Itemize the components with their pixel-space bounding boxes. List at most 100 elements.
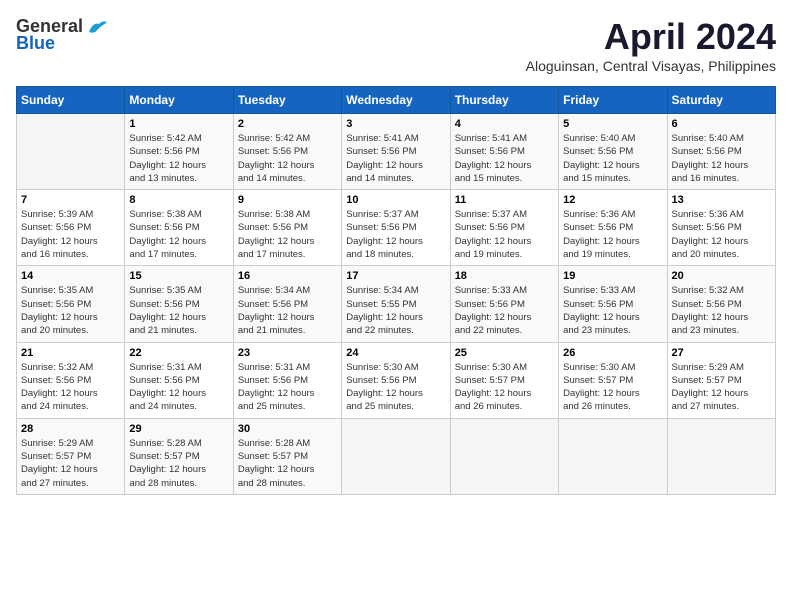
calendar-cell: 7Sunrise: 5:39 AM Sunset: 5:56 PM Daylig… xyxy=(17,190,125,266)
day-info: Sunrise: 5:28 AM Sunset: 5:57 PM Dayligh… xyxy=(238,437,337,490)
day-number: 22 xyxy=(129,347,228,359)
calendar-cell: 3Sunrise: 5:41 AM Sunset: 5:56 PM Daylig… xyxy=(342,114,450,190)
day-number: 19 xyxy=(563,270,662,282)
weekday-header-friday: Friday xyxy=(559,87,667,114)
calendar-cell: 6 Sunrise: 5:40 AM Sunset: 5:56 PM Daylig… xyxy=(667,114,775,190)
calendar-cell: 13 Sunrise: 5:36 AM Sunset: 5:56 PM Dayli… xyxy=(667,190,775,266)
day-info: Sunrise: 5:32 AM Sunset: 5:56 PM Dayligh… xyxy=(672,284,771,337)
day-info: Sunrise: 5:36 AM Sunset: 5:56 PM Dayligh… xyxy=(563,208,662,261)
day-number: 23 xyxy=(238,347,337,359)
day-info: Sunrise: 5:28 AM Sunset: 5:57 PM Dayligh… xyxy=(129,437,228,490)
day-number: 24 xyxy=(346,347,445,359)
day-number: 26 xyxy=(563,347,662,359)
day-number: 30 xyxy=(238,423,337,435)
weekday-header-monday: Monday xyxy=(125,87,233,114)
day-number: 2 xyxy=(238,118,337,130)
calendar-cell: 26 Sunrise: 5:30 AM Sunset: 5:57 PM Dayli… xyxy=(559,342,667,418)
weekday-header-sunday: Sunday xyxy=(17,87,125,114)
day-number: 14 xyxy=(21,270,120,282)
calendar-week-5: 28 Sunrise: 5:29 AM Sunset: 5:57 PM Dayli… xyxy=(17,418,776,494)
day-info: Sunrise: 5:37 AM Sunset: 5:56 PM Dayligh… xyxy=(455,208,554,261)
calendar-cell: 1 Sunrise: 5:42 AM Sunset: 5:56 PM Daylig… xyxy=(125,114,233,190)
calendar-cell: 14 Sunrise: 5:35 AM Sunset: 5:56 PM Dayli… xyxy=(17,266,125,342)
day-info: Sunrise: 5:42 AM Sunset: 5:56 PM Dayligh… xyxy=(238,132,337,185)
page-header: General Blue April 2024 Aloguinsan, Cent… xyxy=(16,16,776,74)
calendar-cell: 8 Sunrise: 5:38 AM Sunset: 5:56 PM Daylig… xyxy=(125,190,233,266)
calendar-cell: 2 Sunrise: 5:42 AM Sunset: 5:56 PM Daylig… xyxy=(233,114,341,190)
calendar-cell: 15Sunrise: 5:35 AM Sunset: 5:56 PM Dayli… xyxy=(125,266,233,342)
day-number: 16 xyxy=(238,270,337,282)
day-info: Sunrise: 5:33 AM Sunset: 5:56 PM Dayligh… xyxy=(455,284,554,337)
day-number: 5 xyxy=(563,118,662,130)
day-number: 11 xyxy=(455,194,554,206)
day-number: 3 xyxy=(346,118,445,130)
calendar-cell: 11 Sunrise: 5:37 AM Sunset: 5:56 PM Dayli… xyxy=(450,190,558,266)
calendar-cell: 16 Sunrise: 5:34 AM Sunset: 5:56 PM Dayli… xyxy=(233,266,341,342)
day-number: 12 xyxy=(563,194,662,206)
calendar-week-3: 14 Sunrise: 5:35 AM Sunset: 5:56 PM Dayli… xyxy=(17,266,776,342)
day-number: 8 xyxy=(129,194,228,206)
day-number: 4 xyxy=(455,118,554,130)
calendar-week-1: 1 Sunrise: 5:42 AM Sunset: 5:56 PM Daylig… xyxy=(17,114,776,190)
location-subtitle: Aloguinsan, Central Visayas, Philippines xyxy=(526,58,776,74)
day-info: Sunrise: 5:32 AM Sunset: 5:56 PM Dayligh… xyxy=(21,361,120,414)
day-info: Sunrise: 5:31 AM Sunset: 5:56 PM Dayligh… xyxy=(238,361,337,414)
calendar-cell: 12 Sunrise: 5:36 AM Sunset: 5:56 PM Dayli… xyxy=(559,190,667,266)
calendar-cell: 29 Sunrise: 5:28 AM Sunset: 5:57 PM Dayli… xyxy=(125,418,233,494)
calendar-week-4: 21Sunrise: 5:32 AM Sunset: 5:56 PM Dayli… xyxy=(17,342,776,418)
calendar-cell: 5Sunrise: 5:40 AM Sunset: 5:56 PM Daylig… xyxy=(559,114,667,190)
calendar-cell: 25 Sunrise: 5:30 AM Sunset: 5:57 PM Dayli… xyxy=(450,342,558,418)
calendar-table: SundayMondayTuesdayWednesdayThursdayFrid… xyxy=(16,86,776,495)
day-number: 29 xyxy=(129,423,228,435)
weekday-header-saturday: Saturday xyxy=(667,87,775,114)
calendar-cell: 24Sunrise: 5:30 AM Sunset: 5:56 PM Dayli… xyxy=(342,342,450,418)
day-info: Sunrise: 5:42 AM Sunset: 5:56 PM Dayligh… xyxy=(129,132,228,185)
calendar-cell xyxy=(559,418,667,494)
calendar-cell: 17 Sunrise: 5:34 AM Sunset: 5:55 PM Dayli… xyxy=(342,266,450,342)
calendar-cell xyxy=(450,418,558,494)
day-info: Sunrise: 5:37 AM Sunset: 5:56 PM Dayligh… xyxy=(346,208,445,261)
month-title: April 2024 xyxy=(526,16,776,58)
day-number: 6 xyxy=(672,118,771,130)
calendar-cell: 20 Sunrise: 5:32 AM Sunset: 5:56 PM Dayli… xyxy=(667,266,775,342)
day-number: 13 xyxy=(672,194,771,206)
day-info: Sunrise: 5:30 AM Sunset: 5:57 PM Dayligh… xyxy=(563,361,662,414)
day-info: Sunrise: 5:38 AM Sunset: 5:56 PM Dayligh… xyxy=(238,208,337,261)
calendar-cell: 18 Sunrise: 5:33 AM Sunset: 5:56 PM Dayli… xyxy=(450,266,558,342)
calendar-cell xyxy=(667,418,775,494)
logo-blue-text: Blue xyxy=(16,33,55,54)
day-number: 1 xyxy=(129,118,228,130)
day-info: Sunrise: 5:40 AM Sunset: 5:56 PM Dayligh… xyxy=(672,132,771,185)
day-info: Sunrise: 5:39 AM Sunset: 5:56 PM Dayligh… xyxy=(21,208,120,261)
day-info: Sunrise: 5:30 AM Sunset: 5:57 PM Dayligh… xyxy=(455,361,554,414)
calendar-week-2: 7Sunrise: 5:39 AM Sunset: 5:56 PM Daylig… xyxy=(17,190,776,266)
calendar-cell: 4 Sunrise: 5:41 AM Sunset: 5:56 PM Daylig… xyxy=(450,114,558,190)
calendar-cell: 30 Sunrise: 5:28 AM Sunset: 5:57 PM Dayli… xyxy=(233,418,341,494)
calendar-cell: 9Sunrise: 5:38 AM Sunset: 5:56 PM Daylig… xyxy=(233,190,341,266)
day-info: Sunrise: 5:35 AM Sunset: 5:56 PM Dayligh… xyxy=(21,284,120,337)
day-info: Sunrise: 5:31 AM Sunset: 5:56 PM Dayligh… xyxy=(129,361,228,414)
calendar-cell: 28 Sunrise: 5:29 AM Sunset: 5:57 PM Dayli… xyxy=(17,418,125,494)
day-info: Sunrise: 5:29 AM Sunset: 5:57 PM Dayligh… xyxy=(21,437,120,490)
day-info: Sunrise: 5:33 AM Sunset: 5:56 PM Dayligh… xyxy=(563,284,662,337)
logo: General Blue xyxy=(16,16,109,54)
day-info: Sunrise: 5:36 AM Sunset: 5:56 PM Dayligh… xyxy=(672,208,771,261)
day-info: Sunrise: 5:34 AM Sunset: 5:56 PM Dayligh… xyxy=(238,284,337,337)
logo-bird-icon xyxy=(87,18,109,36)
day-number: 17 xyxy=(346,270,445,282)
calendar-cell: 22 Sunrise: 5:31 AM Sunset: 5:56 PM Dayli… xyxy=(125,342,233,418)
day-info: Sunrise: 5:41 AM Sunset: 5:56 PM Dayligh… xyxy=(455,132,554,185)
weekday-header-thursday: Thursday xyxy=(450,87,558,114)
weekday-header-tuesday: Tuesday xyxy=(233,87,341,114)
day-info: Sunrise: 5:34 AM Sunset: 5:55 PM Dayligh… xyxy=(346,284,445,337)
day-number: 28 xyxy=(21,423,120,435)
weekday-header-wednesday: Wednesday xyxy=(342,87,450,114)
day-number: 25 xyxy=(455,347,554,359)
day-info: Sunrise: 5:29 AM Sunset: 5:57 PM Dayligh… xyxy=(672,361,771,414)
calendar-cell: 10Sunrise: 5:37 AM Sunset: 5:56 PM Dayli… xyxy=(342,190,450,266)
calendar-cell: 21Sunrise: 5:32 AM Sunset: 5:56 PM Dayli… xyxy=(17,342,125,418)
day-info: Sunrise: 5:38 AM Sunset: 5:56 PM Dayligh… xyxy=(129,208,228,261)
day-number: 18 xyxy=(455,270,554,282)
day-number: 20 xyxy=(672,270,771,282)
calendar-cell: 27Sunrise: 5:29 AM Sunset: 5:57 PM Dayli… xyxy=(667,342,775,418)
